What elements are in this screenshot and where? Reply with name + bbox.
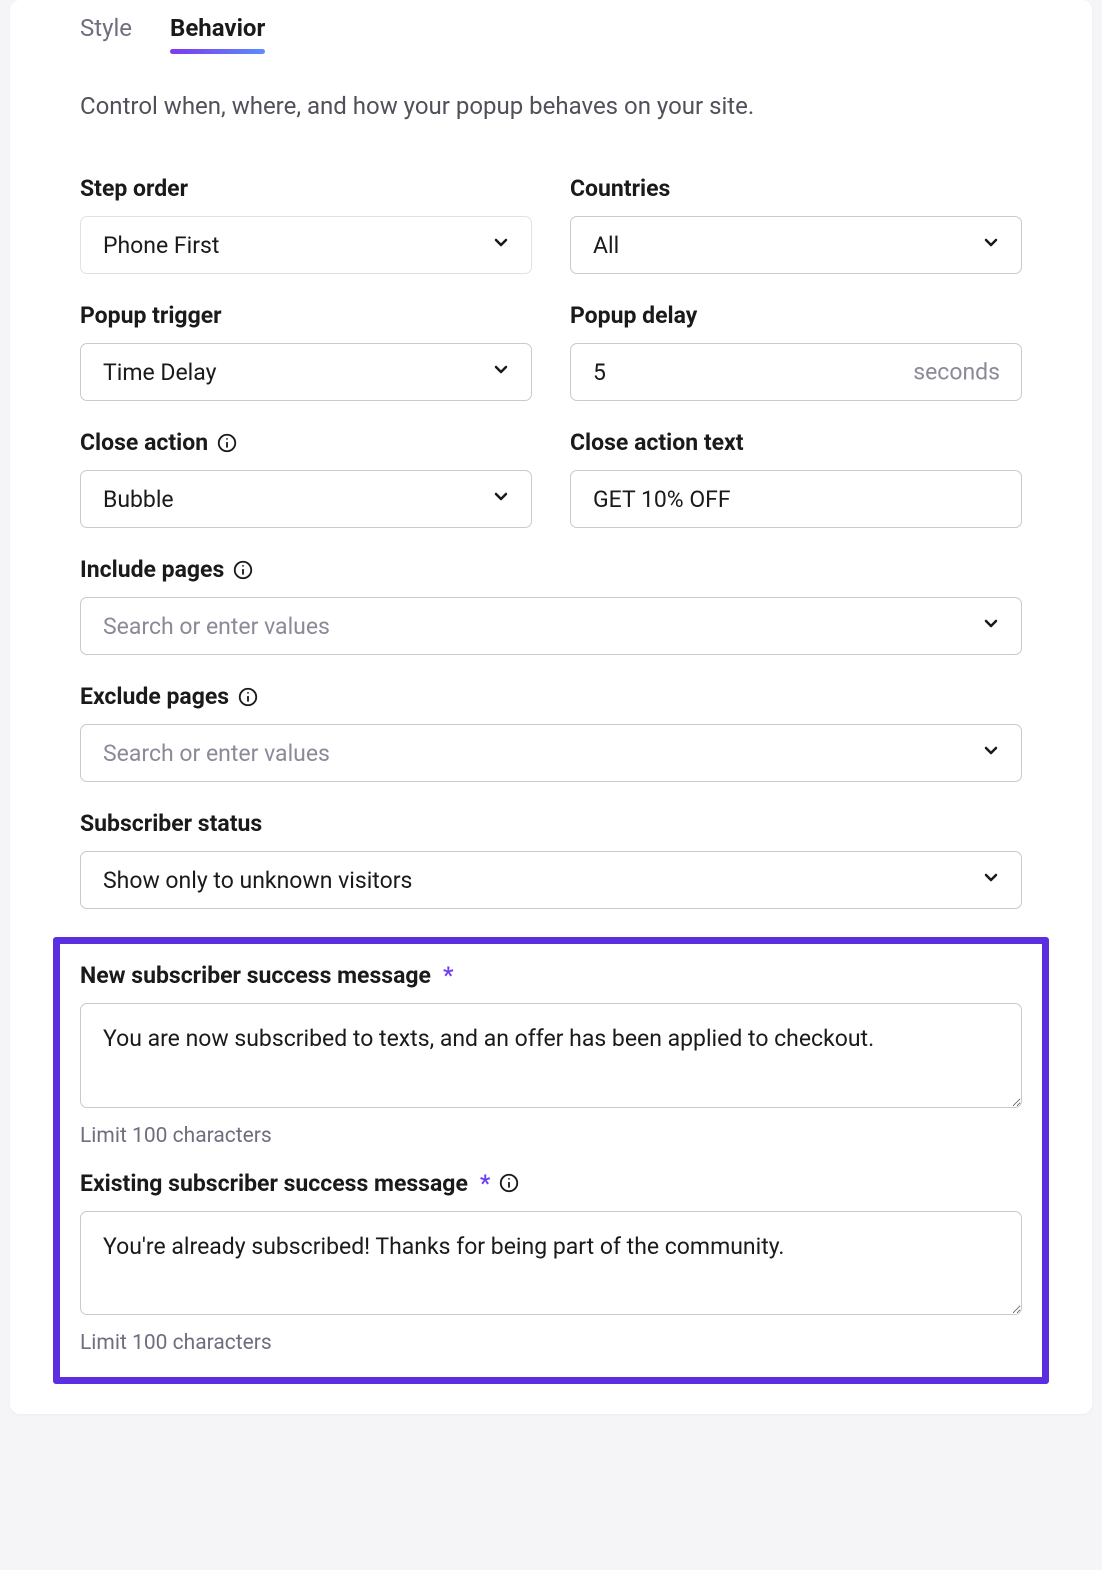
select-step-order[interactable]: Phone First bbox=[80, 216, 532, 274]
combo-include-pages[interactable]: Search or enter values bbox=[80, 597, 1022, 655]
label-popup-delay: Popup delay bbox=[570, 302, 1022, 329]
required-asterisk: * bbox=[443, 962, 453, 989]
tabs: Style Behavior bbox=[80, 0, 1022, 52]
input-close-action-text[interactable] bbox=[570, 470, 1022, 528]
label-include-pages: Include pages bbox=[80, 556, 1022, 583]
field-subscriber-status: Subscriber status Show only to unknown v… bbox=[80, 810, 1022, 909]
select-subscriber-status-value: Show only to unknown visitors bbox=[103, 867, 412, 894]
helper-existing-subscriber-msg: Limit 100 characters bbox=[80, 1331, 1022, 1355]
label-subscriber-status: Subscriber status bbox=[80, 810, 1022, 837]
select-close-action[interactable]: Bubble bbox=[80, 470, 532, 528]
label-exclude-pages-text: Exclude pages bbox=[80, 683, 229, 710]
info-icon[interactable] bbox=[216, 432, 238, 454]
label-existing-subscriber-msg-text: Existing subscriber success message bbox=[80, 1170, 468, 1197]
field-include-pages: Include pages Search or enter values bbox=[80, 556, 1022, 655]
select-countries-value: All bbox=[593, 232, 619, 259]
select-popup-trigger[interactable]: Time Delay bbox=[80, 343, 532, 401]
field-exclude-pages: Exclude pages Search or enter values bbox=[80, 683, 1022, 782]
select-countries[interactable]: All bbox=[570, 216, 1022, 274]
label-popup-trigger: Popup trigger bbox=[80, 302, 532, 329]
helper-new-subscriber-msg: Limit 100 characters bbox=[80, 1124, 1022, 1148]
field-new-subscriber-msg: New subscriber success message * Limit 1… bbox=[80, 962, 1022, 1148]
chevron-down-icon bbox=[491, 359, 511, 386]
select-popup-trigger-value: Time Delay bbox=[103, 359, 217, 386]
label-existing-subscriber-msg: Existing subscriber success message * bbox=[80, 1170, 1022, 1197]
field-close-action-text: Close action text bbox=[570, 429, 1022, 528]
combo-exclude-pages[interactable]: Search or enter values bbox=[80, 724, 1022, 782]
label-close-action: Close action bbox=[80, 429, 532, 456]
label-include-pages-text: Include pages bbox=[80, 556, 224, 583]
info-icon[interactable] bbox=[498, 1172, 520, 1194]
chevron-down-icon bbox=[981, 232, 1001, 259]
field-existing-subscriber-msg: Existing subscriber success message * Li… bbox=[80, 1170, 1022, 1356]
field-popup-trigger: Popup trigger Time Delay bbox=[80, 302, 532, 401]
combo-include-pages-placeholder: Search or enter values bbox=[103, 613, 330, 640]
chevron-down-icon bbox=[491, 232, 511, 259]
input-popup-delay[interactable] bbox=[570, 343, 1022, 401]
combo-exclude-pages-placeholder: Search or enter values bbox=[103, 740, 330, 767]
label-new-subscriber-msg-text: New subscriber success message bbox=[80, 962, 431, 989]
select-step-order-value: Phone First bbox=[103, 232, 219, 259]
intro-text: Control when, where, and how your popup … bbox=[80, 92, 1022, 120]
label-step-order: Step order bbox=[80, 175, 532, 202]
behavior-settings-card: Style Behavior Control when, where, and … bbox=[10, 0, 1092, 1414]
textarea-existing-subscriber-msg[interactable] bbox=[80, 1211, 1022, 1316]
label-close-action-text: Close action text bbox=[570, 429, 1022, 456]
select-subscriber-status[interactable]: Show only to unknown visitors bbox=[80, 851, 1022, 909]
chevron-down-icon bbox=[491, 486, 511, 513]
label-exclude-pages: Exclude pages bbox=[80, 683, 1022, 710]
info-icon[interactable] bbox=[237, 686, 259, 708]
highlight-success-messages: New subscriber success message * Limit 1… bbox=[53, 937, 1049, 1384]
label-close-action-text: Close action bbox=[80, 429, 208, 456]
required-asterisk: * bbox=[480, 1170, 490, 1197]
info-icon[interactable] bbox=[232, 559, 254, 581]
field-close-action: Close action Bubble bbox=[80, 429, 532, 528]
chevron-down-icon bbox=[981, 740, 1001, 767]
tab-style[interactable]: Style bbox=[80, 14, 132, 52]
field-step-order: Step order Phone First bbox=[80, 175, 532, 274]
textarea-new-subscriber-msg[interactable] bbox=[80, 1003, 1022, 1108]
label-countries: Countries bbox=[570, 175, 1022, 202]
select-close-action-value: Bubble bbox=[103, 486, 174, 513]
tab-behavior[interactable]: Behavior bbox=[170, 14, 265, 52]
chevron-down-icon bbox=[981, 613, 1001, 640]
field-popup-delay: Popup delay seconds bbox=[570, 302, 1022, 401]
chevron-down-icon bbox=[981, 867, 1001, 894]
label-new-subscriber-msg: New subscriber success message * bbox=[80, 962, 1022, 989]
field-countries: Countries All bbox=[570, 175, 1022, 274]
